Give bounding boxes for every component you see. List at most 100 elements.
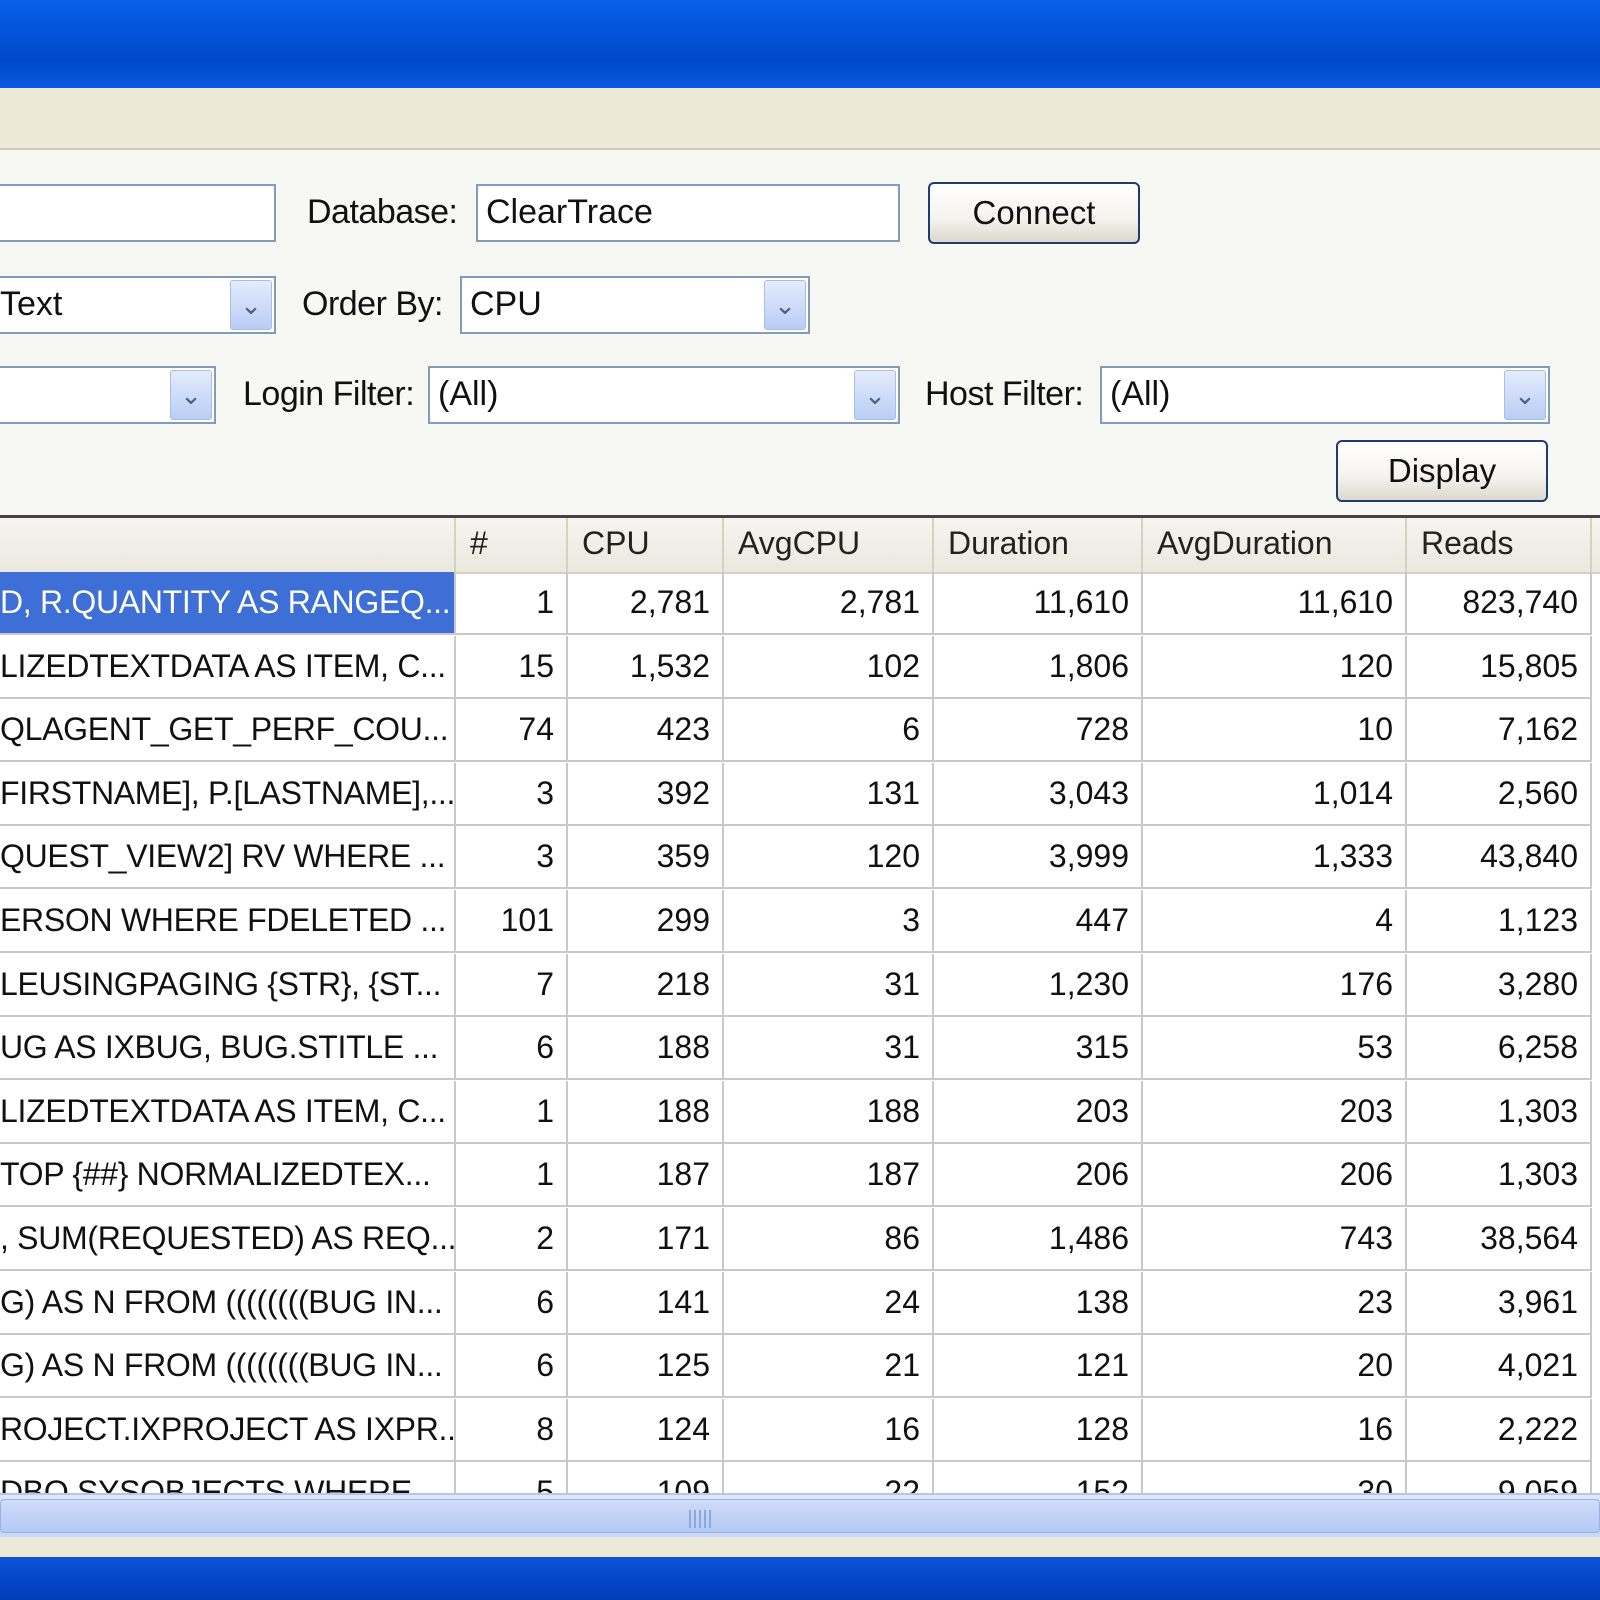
chevron-down-icon[interactable]: ⌄ xyxy=(854,370,896,420)
cell-reads: 2,222 xyxy=(1407,1398,1592,1462)
cell-text: QUEST_VIEW2] RV WHERE ... xyxy=(0,826,456,890)
column-header-avgcpu[interactable]: AvgCPU xyxy=(724,518,934,572)
grid-header: # CPU AvgCPU Duration AvgDuration Reads xyxy=(0,518,1600,574)
chevron-down-icon[interactable]: ⌄ xyxy=(764,280,806,330)
database-field[interactable]: ClearTrace xyxy=(476,184,900,242)
cell-duration: 728 xyxy=(934,699,1143,763)
cell-avgduration: 203 xyxy=(1143,1080,1407,1144)
cell-reads: 3,280 xyxy=(1407,953,1592,1017)
application-filter-select[interactable]: ⌄ xyxy=(0,366,216,424)
groupby-select[interactable]: Text ⌄ xyxy=(0,276,276,334)
cell-avgcpu: 86 xyxy=(724,1208,934,1271)
table-row[interactable]: LEUSINGPAGING {STR}, {ST... 7 218 31 1,230 17… xyxy=(0,953,1600,1017)
table-row[interactable]: G) AS N FROM ((((((((BUG IN... 6 141 24 138 2… xyxy=(0,1271,1600,1335)
cell-avgduration: 53 xyxy=(1143,1017,1407,1081)
cell-cpu: 188 xyxy=(568,1017,724,1081)
connect-button[interactable]: Connect xyxy=(928,182,1140,244)
cell-text: ROJECT.IXPROJECT AS IXPR... xyxy=(0,1398,456,1462)
cell-text: LEUSINGPAGING {STR}, {ST... xyxy=(0,953,456,1017)
cell-avgduration: 20 xyxy=(1143,1335,1407,1399)
server-field[interactable] xyxy=(0,184,276,242)
table-row[interactable]: G) AS N FROM ((((((((BUG IN... 6 125 21 121 2… xyxy=(0,1335,1600,1399)
cell-duration: 121 xyxy=(934,1335,1143,1399)
cell-avgcpu: 187 xyxy=(724,1144,934,1208)
cell-cpu: 124 xyxy=(568,1398,724,1462)
orderby-value: CPU xyxy=(470,285,542,323)
cell-text: LIZEDTEXTDATA AS ITEM, C... xyxy=(0,635,456,699)
table-row[interactable]: QUEST_VIEW2] RV WHERE ... 3 359 120 3,999 1,3… xyxy=(0,826,1600,890)
cell-text: FIRSTNAME], P.[LASTNAME],... xyxy=(0,762,456,826)
orderby-select[interactable]: CPU ⌄ xyxy=(460,276,810,334)
cell-text: ERSON WHERE FDELETED ... xyxy=(0,890,456,953)
table-row[interactable]: LIZEDTEXTDATA AS ITEM, C... 15 1,532 102 1,8… xyxy=(0,635,1600,699)
table-row[interactable]: QLAGENT_GET_PERF_COU... 74 423 6 728 10 7,162 xyxy=(0,699,1600,763)
column-header-duration[interactable]: Duration xyxy=(934,518,1143,572)
cell-reads: 823,740 xyxy=(1407,572,1592,635)
host-filter-select[interactable]: (All) ⌄ xyxy=(1100,366,1550,424)
cell-avgcpu: 16 xyxy=(724,1398,934,1462)
cell-avgcpu: 21 xyxy=(724,1335,934,1399)
table-row[interactable]: DBO.SYSOBJECTS WHERE ... 5 109 22 152 30 9,059 xyxy=(0,1462,1600,1493)
cell-count: 3 xyxy=(456,762,568,826)
cell-cpu: 187 xyxy=(568,1144,724,1208)
cell-reads: 15,805 xyxy=(1407,635,1592,699)
cell-reads: 1,303 xyxy=(1407,1144,1592,1208)
cell-avgcpu: 2,781 xyxy=(724,572,934,635)
cell-avgduration: 176 xyxy=(1143,953,1407,1017)
table-row[interactable]: , SUM(REQUESTED) AS REQ... 2 171 86 1,486 743… xyxy=(0,1208,1600,1271)
results-grid[interactable]: # CPU AvgCPU Duration AvgDuration Reads D, R.… xyxy=(0,518,1600,1493)
cell-duration: 152 xyxy=(934,1462,1143,1493)
cell-count: 3 xyxy=(456,826,568,890)
display-button[interactable]: Display xyxy=(1336,440,1548,502)
cell-duration: 315 xyxy=(934,1017,1143,1081)
orderby-label: Order By: xyxy=(302,285,443,323)
cell-reads: 1,303 xyxy=(1407,1080,1592,1144)
cell-count: 7 xyxy=(456,953,568,1017)
cell-reads: 2,560 xyxy=(1407,762,1592,826)
login-filter-select[interactable]: (All) ⌄ xyxy=(428,366,900,424)
cell-duration: 3,999 xyxy=(934,826,1143,890)
cell-avgcpu: 24 xyxy=(724,1271,934,1335)
cell-avgduration: 206 xyxy=(1143,1144,1407,1208)
cell-cpu: 1,532 xyxy=(568,635,724,699)
cell-count: 1 xyxy=(456,1144,568,1208)
chevron-down-icon[interactable]: ⌄ xyxy=(230,280,272,330)
table-row[interactable]: ROJECT.IXPROJECT AS IXPR... 8 124 16 128 16 2,… xyxy=(0,1398,1600,1462)
cell-count: 1 xyxy=(456,572,568,635)
cell-count: 74 xyxy=(456,699,568,763)
cell-reads: 3,961 xyxy=(1407,1271,1592,1335)
column-header-avgduration[interactable]: AvgDuration xyxy=(1143,518,1407,572)
connection-form: Database: ClearTrace Connect Text ⌄ Orde… xyxy=(0,150,1600,518)
cell-text: LIZEDTEXTDATA AS ITEM, C... xyxy=(0,1080,456,1144)
cell-reads: 7,162 xyxy=(1407,699,1592,763)
cell-avgduration: 30 xyxy=(1143,1462,1407,1493)
cell-cpu: 218 xyxy=(568,953,724,1017)
table-row[interactable]: TOP {##} NORMALIZEDTEX... 1 187 187 206 206 1,… xyxy=(0,1144,1600,1208)
groupby-value: Text xyxy=(0,285,63,323)
column-header-text[interactable] xyxy=(0,518,456,572)
table-row[interactable]: LIZEDTEXTDATA AS ITEM, C... 1 188 188 203 203… xyxy=(0,1080,1600,1144)
cell-duration: 3,043 xyxy=(934,762,1143,826)
column-header-reads[interactable]: Reads xyxy=(1407,518,1592,572)
login-filter-value: (All) xyxy=(438,375,499,413)
cell-avgcpu: 188 xyxy=(724,1080,934,1144)
menu-bar xyxy=(0,88,1600,150)
host-filter-value: (All) xyxy=(1110,375,1171,413)
table-row[interactable]: UG AS IXBUG, BUG.STITLE ... 6 188 31 315 53 6,… xyxy=(0,1017,1600,1081)
cell-count: 6 xyxy=(456,1017,568,1081)
table-row[interactable]: D, R.QUANTITY AS RANGEQ... 1 2,781 2,781 11,… xyxy=(0,572,1600,635)
cell-reads: 9,059 xyxy=(1407,1462,1592,1493)
horizontal-scrollbar[interactable] xyxy=(0,1493,1600,1539)
scrollbar-thumb[interactable] xyxy=(0,1499,1600,1533)
cell-cpu: 423 xyxy=(568,699,724,763)
column-header-count[interactable]: # xyxy=(456,518,568,572)
table-row[interactable]: ERSON WHERE FDELETED ... 101 299 3 447 4 1,123 xyxy=(0,890,1600,953)
cell-avgcpu: 102 xyxy=(724,635,934,699)
chevron-down-icon[interactable]: ⌄ xyxy=(1504,370,1546,420)
cell-duration: 1,230 xyxy=(934,953,1143,1017)
cell-duration: 128 xyxy=(934,1398,1143,1462)
window-titlebar[interactable] xyxy=(0,0,1600,88)
chevron-down-icon[interactable]: ⌄ xyxy=(170,370,212,420)
column-header-cpu[interactable]: CPU xyxy=(568,518,724,572)
table-row[interactable]: FIRSTNAME], P.[LASTNAME],... 3 392 131 3,043… xyxy=(0,762,1600,826)
